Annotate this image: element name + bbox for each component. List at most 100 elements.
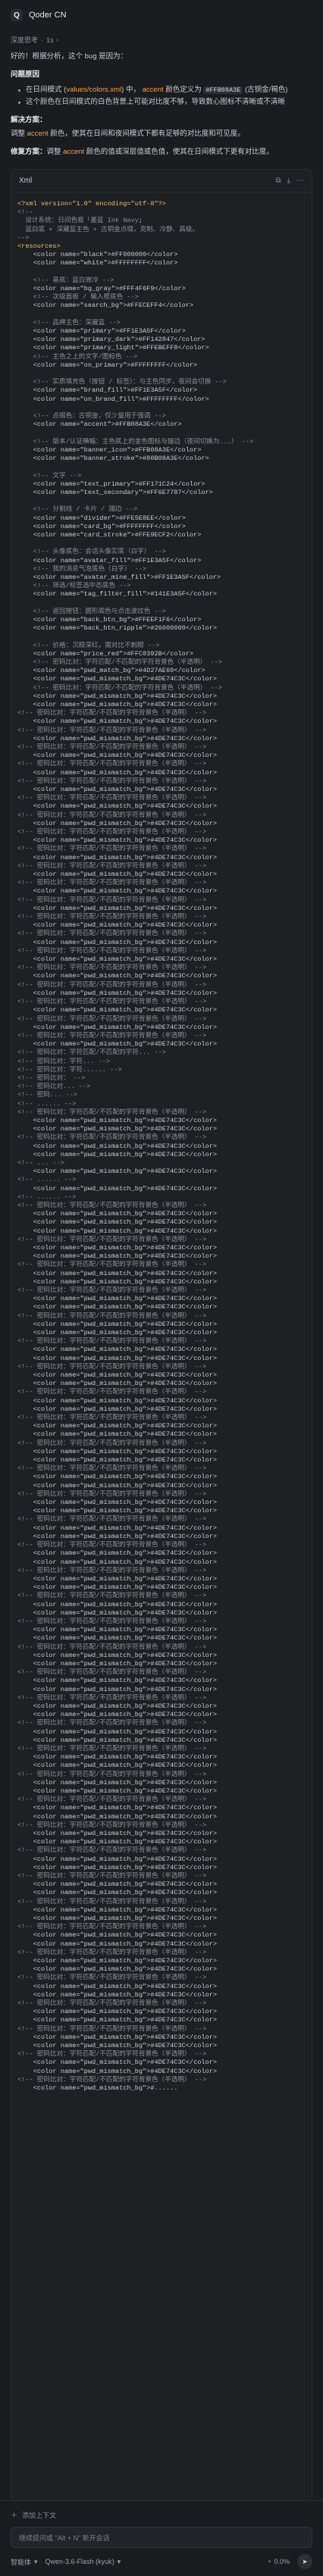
code-line: <!-- 筛选/标签选中态底色 --> [17,582,131,590]
chat-input[interactable]: 继续提问或 "Alt + N" 新开会话 [11,2527,312,2548]
chat-input-placeholder: 继续提问或 "Alt + N" 新开会话 [19,2534,110,2542]
add-context-button[interactable]: ＋ 添加上下文 [11,2507,312,2522]
code-line: <!-- 文字 --> [17,471,82,480]
code-line: <color name="pwd_mismatch_bg">#4DE74C3C<… [17,1804,218,1812]
code-line: <color name="pwd_mismatch_bg">#4DE74C3C<… [17,1830,218,1837]
code-line: <!-- ...... --> [17,1176,77,1184]
code-line: <!-- 密码比对：字符匹配/不匹配的字符背景色（半透明） --> [17,964,207,972]
code-line: <!-- 实质填充色（按钮 / 标签）：与主色同步，夜间会切换 --> [17,378,227,386]
code-line: <!-- 密码比对：字符匹配/不匹配的字符背景色（半透明） --> [17,896,207,904]
code-line: <color name="pwd_mismatch_bg">#4DE74C3C<… [17,1150,218,1158]
code-line: <color name="pwd_mismatch_bg">#4DE74C3C<… [17,1405,218,1413]
send-icon[interactable]: ➤ [297,2554,312,2569]
code-line: 蓝白底 + 深藏蓝主色 + 古铜金点缀，克制、冷静、高级。 [17,225,199,233]
code-line: <!-- 密码比对：字符匹配/不匹配的字符背景色（半透明） --> [17,1286,207,1294]
code-line: <!-- 密码比对：字符匹配/不匹配的字符背景色（半透明） --> [17,794,207,802]
code-line: <color name="pwd_mismatch_bg">#4DE74C3C<… [17,1371,218,1380]
code-line: <!-- 密码比对：字符匹配/不匹配的字符背景色（半透明） --> [17,1770,207,1778]
code-line: <color name="pwd_mismatch_bg">#4DE74C3C<… [17,1889,218,1897]
code-line: <color name="pwd_mismatch_bg">#4DE74C3C<… [17,1473,218,1481]
code-line: <!-- 密码比对：字符匹配/不匹配的字符背景色（半透明） --> [17,1744,207,1752]
code-line: <?xml version="1.0" encoding="utf-8"?> [17,200,166,208]
code-line: <color name="pwd_mismatch_bg">#4DE74C3C<… [17,904,218,912]
code-line: <!-- 密码比对：字符匹配/不匹配的字符背景色（半透明） --> [17,2024,207,2033]
code-line: <color name="banner_stroke">#80B08A3E</c… [17,455,209,463]
chat-content[interactable]: 深度思考 · 1s › 好的！根据分析，这个 bug 是因为： 问题原因 在日间… [0,30,323,2500]
usage-label: 0.0% [274,2558,290,2565]
code-line: <color name="pwd_mismatch_bg">#4DE74C3C<… [17,1812,218,1821]
thinking-toggle[interactable]: 深度思考 · 1s › [11,35,312,45]
code-line: <color name="pwd_mismatch_bg">#4DE74C3C<… [17,938,218,946]
code-line: <color name="pwd_mismatch_bg">#4DE74C3C<… [17,1447,218,1455]
code-line: <!-- 返回按钮：圆形底色与点击波纹色 --> [17,607,166,615]
code-line: <color name="pwd_mismatch_bg">#4DE74C3C<… [17,1329,218,1337]
code-line: <color name="search_bg">#FFECEFF4</color… [17,302,194,310]
code-line: <!-- 密码比对：字符匹配/不匹配的字符背景色（半透明） --> [17,709,207,717]
copy-icon[interactable]: ⧉ [275,177,281,185]
code-line: <color name="pwd_mismatch_bg">#4DE74C3C<… [17,1634,218,1643]
app-logo-icon: Q [11,9,23,21]
code-line: <!-- 密码比对：字符匹配/不匹配的字符背景色（半透明） --> [17,1362,207,1371]
add-context-label: 添加上下文 [22,2511,57,2519]
code-line: <!-- 密码比对：字符匹配/不匹配的字符背景色（半透明） --> [17,1515,207,1524]
code-line: <color name="pwd_mismatch_bg">#4DE74C3C<… [17,1574,218,1583]
code-actions: ⧉ ⤓ ⋯ [275,177,304,185]
code-line: <color name="pwd_mismatch_bg">#4DE74C3C<… [17,2008,218,2016]
code-line: <!-- 密码比对：字符匹配/不匹配的字符背景色（半透明） --> [17,1465,207,1473]
code-line: <!-- 密码比对：字符匹配/不匹配的字符背景色（半透明） --> [17,1719,207,1727]
code-line: <color name="pwd_mismatch_bg">#4DE74C3C<… [17,1295,218,1303]
code-line: <color name="pwd_mismatch_bg">#4DE74C3C<… [17,1227,218,1235]
code-line: <!-- 密码比对：字符匹配/不匹配的字符背景色（半透明） --> [17,1897,207,1905]
code-line: <color name="card_bg">#FFFFFFFF</color> [17,522,186,530]
code-line: <color name="pwd_mismatch_bg">#4DE74C3C<… [17,700,218,708]
model-selector[interactable]: Qwen-3.6-Flash (kyuk) ▾ [45,2558,121,2566]
code-line: <!-- 密码比对：字符匹配/不匹配的字符背景色（半透明） --> [17,683,222,692]
code-line: <color name="text_primary">#FF171C24</co… [17,480,205,488]
code-line: <!-- 密码比对：字符匹配/不匹配的字符背景色（半透明） --> [17,1337,207,1346]
code-line: <color name="pwd_mismatch_bg">#4DE74C3C<… [17,1965,218,1974]
code-line: <color name="pwd_mismatch_bg">#4DE74C3C<… [17,692,218,700]
color-value-chip: #FFB08A3E [203,86,243,94]
code-line: <color name="accent">#FFB08A3E</color> [17,420,182,429]
code-line: <color name="pwd_mismatch_bg">#4DE74C3C<… [17,1905,218,1914]
code-line: <color name="pwd_mismatch_bg">#4DE74C3C<… [17,1243,218,1252]
code-line: <!-- 密码比对：字符匹配/不匹配的字符... --> [17,1049,166,1057]
code-line: <color name="pwd_mismatch_bg">#4DE74C3C<… [17,1558,218,1566]
code-line: <color name="pwd_mismatch_bg">#4DE74C3C<… [17,1023,218,1031]
thinking-duration: 1s [46,36,54,44]
code-line: <color name="pwd_mismatch_bg">#4DE74C3C<… [17,1990,218,1999]
code-line: <!-- 点缀色：古铜金，仅少量用于强调 --> [17,412,166,420]
more-icon[interactable]: ⋯ [296,177,304,185]
app-title: Qoder CN [29,11,67,20]
code-line: <!-- 分割线 / 卡片 / 描边 --> [17,505,138,514]
code-line: <!-- 密码比对：字符匹配/不匹配的字符背景色（半透明） --> [17,1846,207,1855]
code-line: <color name="pwd_mismatch_bg">#4DE74C3C<… [17,853,218,861]
code-body[interactable]: <?xml version="1.0" encoding="utf-8"?> <!… [11,192,312,2500]
code-line: <color name="pwd_mismatch_bg">#4DE74C3C<… [17,2042,218,2050]
fix-pre: 调整 [46,148,64,156]
code-line: <color name="pwd_mismatch_bg">#4DE74C3C<… [17,1218,218,1227]
mode-selector[interactable]: 智能体 ▾ [11,2557,38,2567]
solution-text: 调整 accent 颜色，使其在日间和夜间模式下都有足够的对比度和可见度。 [11,128,312,140]
code-line: <!-- 密码比对：字符匹配/不匹配的字符背景色（半透明） --> [17,1414,207,1422]
code-line: <color name="price_red">#FFC0392B</color… [17,649,194,658]
code-line: <!-- 密码比对：字符匹配/不匹配的字符背景色（半透明） --> [17,1201,207,1209]
code-line: <color name="pwd_mismatch_bg">#4DE74C3C<… [17,1430,218,1439]
code-line: --> [17,233,30,242]
code-line: <!-- 密码比对：字符匹配/不匹配的字符背景色（半透明） --> [17,1541,207,1549]
code-line: <!-- 密码... --> [17,1091,78,1099]
solution-post: 颜色，使其在日间和夜间模式下都有足够的对比度和可见度。 [48,130,245,138]
code-line: <color name="pwd_mismatch_bg">#4DE74C3C<… [17,1787,218,1795]
code-line: <color name="back_btn_ripple">#26000000<… [17,624,218,633]
code-line: <!-- 版本/认证横幅：主色底上的金色图标与描边（夜间切换为...） --> [17,437,254,445]
code-line: <color name="pwd_mismatch_bg">#4DE74C3C<… [17,887,218,896]
code-line: <color name="pwd_mismatch_bg">#4DE74C3C<… [17,1685,218,1693]
code-line: <color name="pwd_mismatch_bg">#4DE74C3C<… [17,786,218,794]
insert-icon[interactable]: ⤓ [287,177,290,185]
code-line: <color name="tag_filter_fill">#141E3A5F<… [17,590,218,599]
code-line: <!-- 密码比对：字符匹配/不匹配的字符背景色（半透明） --> [17,913,207,921]
code-line: <color name="pwd_mismatch_bg">#4DE74C3C<… [17,1651,218,1659]
